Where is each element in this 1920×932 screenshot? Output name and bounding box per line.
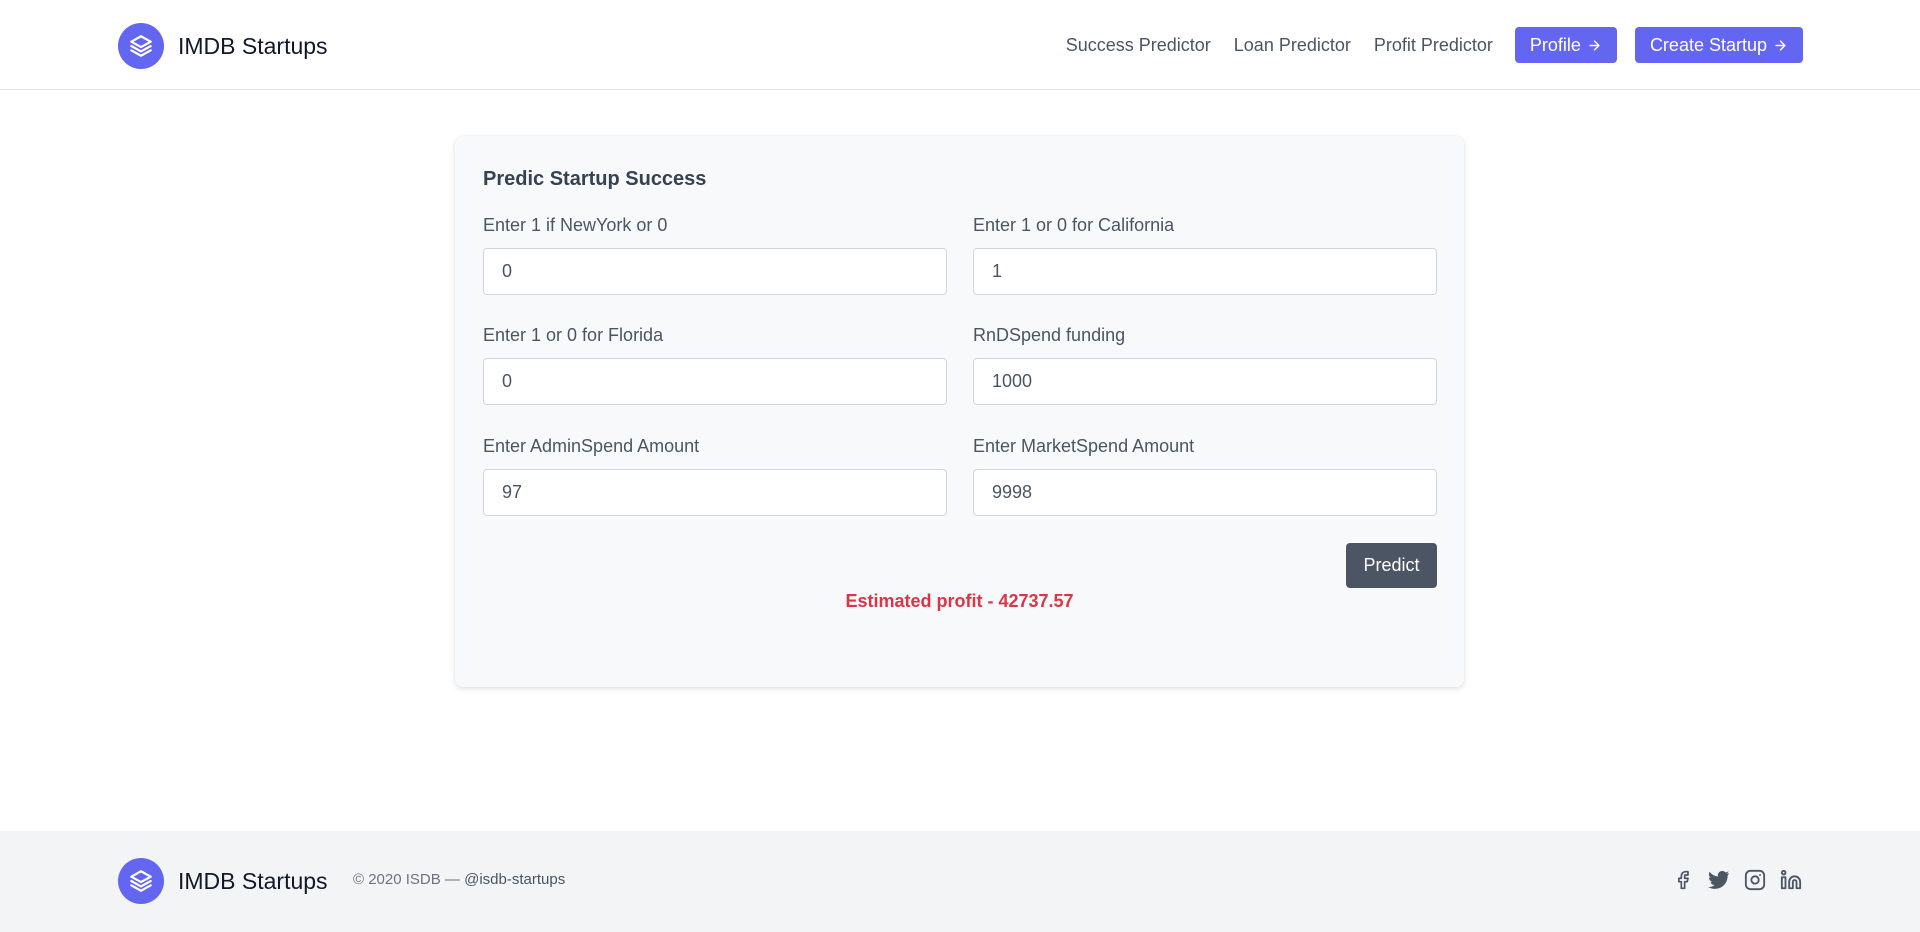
arrow-right-icon [1775, 39, 1786, 51]
arrow-right-icon [1589, 39, 1600, 51]
california-label: Enter 1 or 0 for California [973, 215, 1175, 235]
footer-handle-link[interactable]: @isdb-startups [464, 871, 565, 888]
rnd-spend-input[interactable] [973, 358, 1437, 405]
admin-spend-label: Enter AdminSpend Amount [483, 436, 700, 456]
florida-input[interactable] [483, 358, 947, 405]
estimated-profit-result: Estimated profit -42737.57 [455, 591, 1464, 612]
admin-spend-input[interactable] [483, 469, 947, 516]
layers-icon [118, 858, 164, 904]
main-nav: Success Predictor Loan Predictor Profit … [1066, 27, 1803, 63]
create-startup-button[interactable]: Create Startup [1634, 27, 1803, 63]
site-footer: IMDB Startups © 2020 ISDB — @isdb-startu… [0, 831, 1920, 932]
rnd-spend-label: RnDSpend funding [973, 325, 1126, 345]
result-label: Estimated profit - [845, 591, 994, 611]
footer-brand-name: IMDB Startups [178, 867, 328, 894]
prediction-form-card: Predic Startup Success Enter 1 if NewYor… [455, 136, 1464, 687]
footer-brand-link[interactable]: IMDB Startups [118, 858, 328, 904]
layers-icon [118, 23, 164, 69]
social-links [1672, 869, 1802, 891]
newyork-label: Enter 1 if NewYork or 0 [483, 215, 668, 235]
facebook-icon[interactable] [1672, 869, 1694, 891]
create-startup-button-label: Create Startup [1649, 34, 1767, 55]
copyright-text: © 2020 ISDB — @isdb-startups [353, 871, 565, 888]
market-spend-input[interactable] [973, 469, 1437, 516]
nav-success-predictor[interactable]: Success Predictor [1066, 35, 1211, 56]
nav-profit-predictor[interactable]: Profit Predictor [1374, 35, 1493, 56]
florida-label: Enter 1 or 0 for Florida [483, 325, 664, 345]
brand-link[interactable]: IMDB Startups [118, 23, 328, 69]
california-input[interactable] [973, 248, 1437, 295]
linkedin-icon[interactable] [1780, 869, 1802, 891]
form-title: Predic Startup Success [483, 168, 707, 190]
predict-button[interactable]: Predict [1346, 543, 1437, 588]
brand-name: IMDB Startups [178, 32, 328, 59]
nav-loan-predictor[interactable]: Loan Predictor [1234, 35, 1351, 56]
profile-button-label: Profile [1529, 34, 1581, 55]
newyork-input[interactable] [483, 248, 947, 295]
site-header: IMDB Startups Success Predictor Loan Pre… [0, 0, 1920, 90]
copyright-notice: © 2020 ISDB — [353, 871, 460, 888]
instagram-icon[interactable] [1744, 869, 1766, 891]
profile-button[interactable]: Profile [1514, 27, 1617, 63]
result-value: 42737.57 [998, 591, 1074, 611]
market-spend-label: Enter MarketSpend Amount [973, 436, 1195, 456]
twitter-icon[interactable] [1708, 869, 1730, 891]
